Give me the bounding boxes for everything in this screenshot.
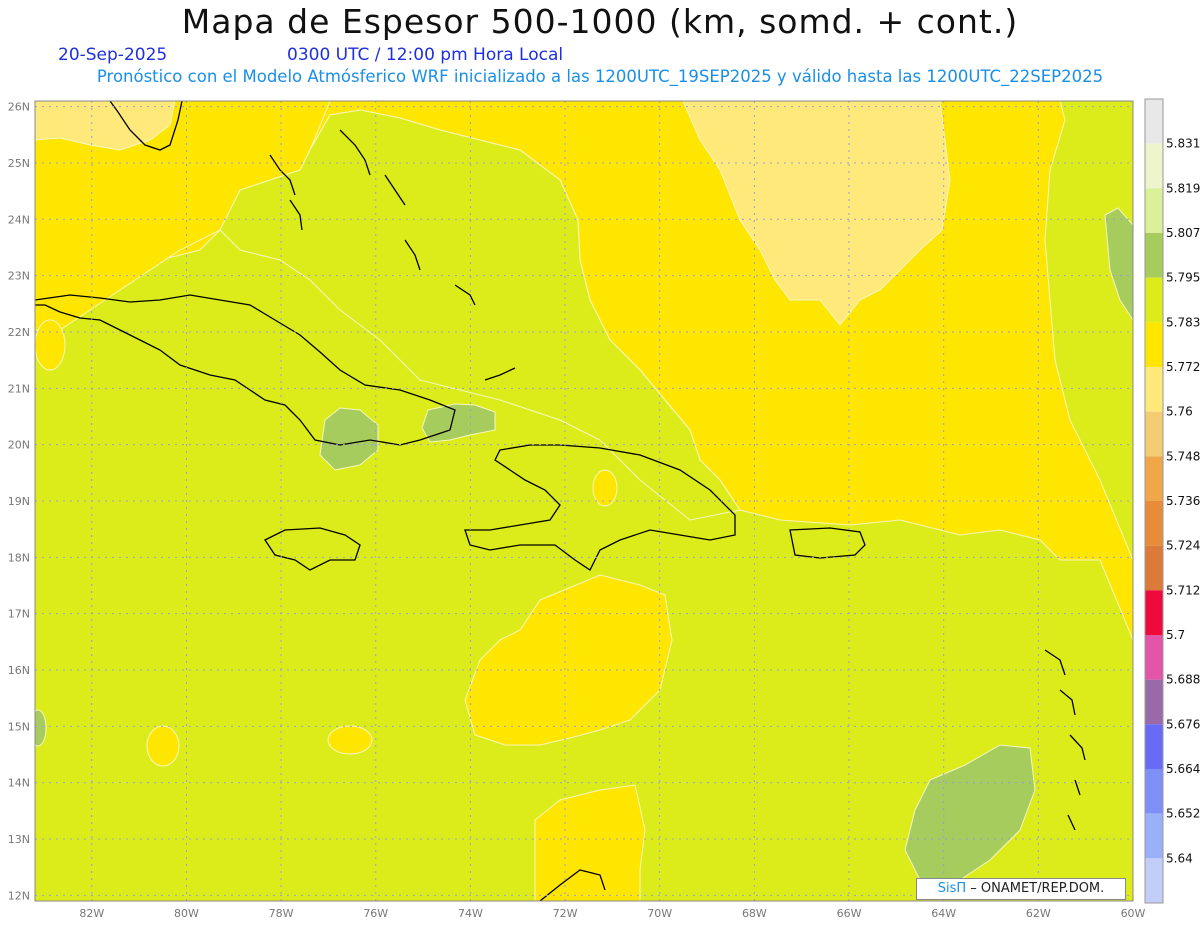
colorbar-swatch	[1145, 813, 1163, 859]
colorbar-label: 5.831	[1166, 137, 1200, 151]
lon-tick-label: 76W	[363, 907, 388, 920]
lon-tick-label: 74W	[458, 907, 483, 920]
lat-tick-label: 20N	[8, 439, 30, 452]
colorbar-label: 5.748	[1166, 449, 1200, 463]
lat-tick-label: 21N	[8, 382, 30, 395]
colorbar-swatch	[1145, 590, 1163, 635]
colorbar-swatch	[1145, 769, 1163, 814]
colorbar-swatch	[1145, 99, 1163, 144]
colorbar-swatch	[1145, 367, 1163, 412]
lon-tick-label: 60W	[1121, 907, 1146, 920]
lat-tick-label: 18N	[8, 551, 30, 564]
lon-tick-label: 70W	[647, 907, 672, 920]
lat-tick-label: 24N	[8, 213, 30, 226]
thickness-map: 82W 80W 78W 76W 74W 72W 70W 68W 66W 64W 62W 60W 26N…	[8, 98, 1200, 920]
colorbar-label: 5.688	[1166, 673, 1200, 687]
colorbar-label: 5.783	[1166, 315, 1200, 329]
map-canvas	[35, 101, 1133, 901]
colorbar-swatch	[1145, 411, 1163, 457]
colorbar-label: 5.736	[1166, 494, 1200, 508]
lon-tick-label: 78W	[269, 907, 294, 920]
colorbar-label: 5.795	[1166, 271, 1200, 285]
colorbar-label: 5.676	[1166, 717, 1200, 731]
lon-tick-label: 64W	[931, 907, 956, 920]
lon-tick-label: 68W	[742, 907, 767, 920]
colorbar-swatch	[1145, 277, 1163, 323]
lat-tick-label: 19N	[8, 495, 30, 508]
colorbar-label: 5.64	[1166, 851, 1193, 865]
colorbar-label: 5.772	[1166, 360, 1200, 374]
blob-yellow-2	[327, 725, 373, 755]
latitude-labels: 26N 25N 24N 23N 22N 21N 20N 19N 18N 17N 16N 15N 14N 1…	[8, 101, 30, 903]
colorbar-label: 5.664	[1166, 762, 1200, 776]
credit-text: – ONAMET/REP.DOM.	[970, 881, 1105, 896]
lat-tick-label: 22N	[8, 326, 30, 339]
colorbar-label: 5.7	[1166, 628, 1185, 642]
colorbar-swatch	[1145, 322, 1163, 367]
colorbar-swatch	[1145, 545, 1163, 591]
colorbar-label: 5.712	[1166, 583, 1200, 597]
lat-tick-label: 16N	[8, 664, 30, 677]
lon-tick-label: 62W	[1026, 907, 1051, 920]
lat-tick-label: 17N	[8, 608, 30, 621]
colorbar-label: 5.76	[1166, 405, 1193, 419]
blob-green-west	[35, 709, 47, 747]
lon-tick-label: 82W	[79, 907, 104, 920]
colorbar-label: 5.807	[1166, 226, 1200, 240]
colorbar: 5.831 5.819 5.807 5.795 5.783 5.772 5.76 5.748 5…	[1144, 98, 1200, 904]
colorbar-label: 5.724	[1166, 539, 1200, 553]
credit-brand: SisΠ	[937, 881, 967, 896]
colorbar-swatch	[1145, 456, 1163, 501]
lat-tick-label: 12N	[8, 889, 30, 902]
colorbar-label: 5.652	[1166, 807, 1200, 821]
lat-tick-label: 26N	[8, 101, 30, 114]
credit-box: SisΠ – ONAMET/REP.DOM.	[916, 878, 1126, 900]
colorbar-swatch	[1145, 188, 1163, 233]
lat-tick-label: 13N	[8, 833, 30, 846]
blob-yellow-1	[146, 725, 180, 767]
colorbar-swatch	[1145, 143, 1163, 189]
longitude-labels: 82W 80W 78W 76W 74W 72W 70W 68W 66W 64W 62W 60W	[79, 907, 1145, 920]
lat-tick-label: 15N	[8, 720, 30, 733]
colorbar-label: 5.819	[1166, 181, 1200, 195]
lon-tick-label: 66W	[837, 907, 862, 920]
lon-tick-label: 72W	[553, 907, 578, 920]
colorbar-swatch	[1145, 501, 1163, 546]
lat-tick-label: 23N	[8, 270, 30, 283]
colorbar-swatch	[1145, 635, 1163, 680]
blob-yellow-4	[35, 319, 66, 371]
colorbar-swatch	[1145, 724, 1163, 769]
lat-tick-label: 14N	[8, 777, 30, 790]
colorbar-swatch	[1145, 233, 1163, 278]
lat-tick-label: 25N	[8, 157, 30, 170]
colorbar-swatch	[1145, 679, 1163, 725]
lon-tick-label: 80W	[174, 907, 199, 920]
colorbar-swatch	[1145, 858, 1163, 903]
